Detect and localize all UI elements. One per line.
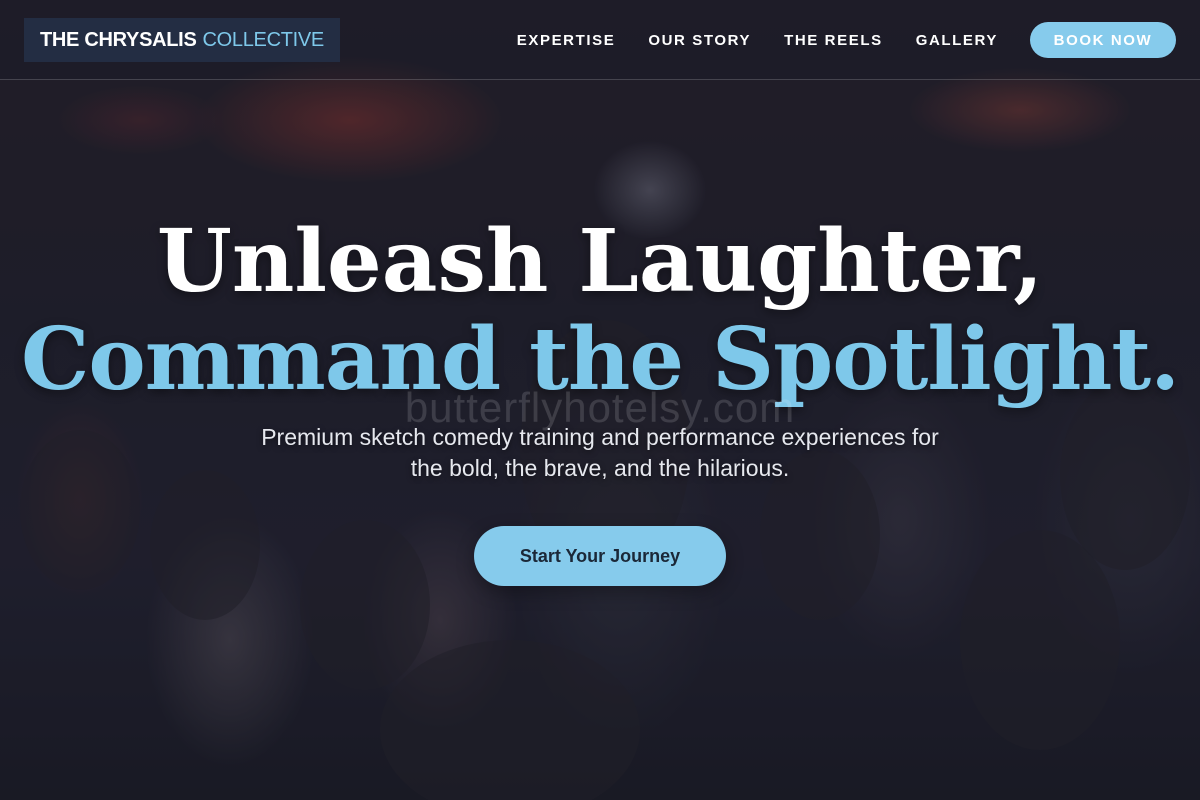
book-now-button[interactable]: BOOK NOW <box>1030 22 1176 58</box>
start-journey-button[interactable]: Start Your Journey <box>474 526 726 586</box>
nav-link-expertise[interactable]: EXPERTISE <box>517 32 616 49</box>
logo-main-text: THE CHRYSALIS <box>40 28 197 51</box>
hero-content: Unleash Laughter, Command the Spotlight. <box>0 214 1200 410</box>
nav-link-the-reels[interactable]: THE REELS <box>784 32 883 49</box>
landing-page: THE CHRYSALIS COLLECTIVE EXPERTISE OUR S… <box>0 0 1200 800</box>
headline-line-2: Command the Spotlight. <box>20 309 1180 410</box>
headline-line-1: Unleash Laughter, <box>156 211 1044 312</box>
site-logo[interactable]: THE CHRYSALIS COLLECTIVE <box>24 18 340 62</box>
nav-link-gallery[interactable]: GALLERY <box>916 32 998 49</box>
nav-links: EXPERTISE OUR STORY THE REELS GALLERY <box>517 0 998 80</box>
nav-link-our-story[interactable]: OUR STORY <box>648 32 751 49</box>
logo-accent-text: COLLECTIVE <box>202 28 324 51</box>
hero-headline: Unleash Laughter, Command the Spotlight. <box>0 214 1200 410</box>
top-navbar: THE CHRYSALIS COLLECTIVE EXPERTISE OUR S… <box>0 0 1200 80</box>
hero-subtitle: Premium sketch comedy training and perfo… <box>261 424 939 481</box>
